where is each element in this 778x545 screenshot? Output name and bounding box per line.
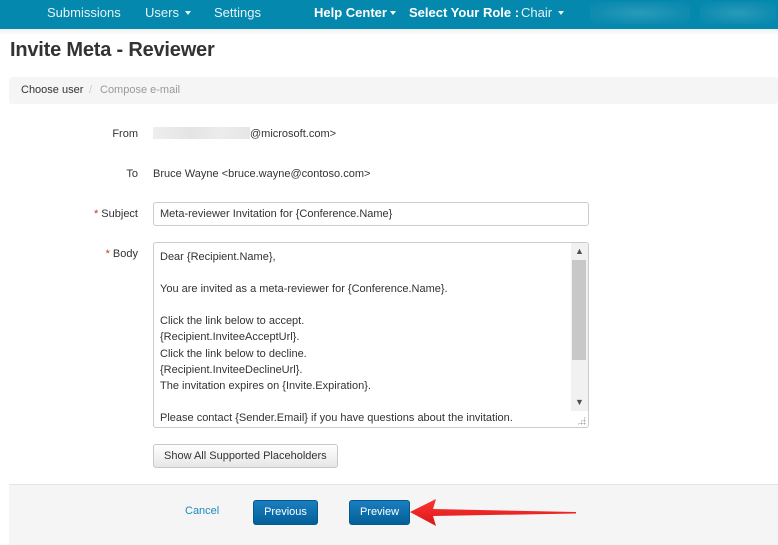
subject-label-text: Subject xyxy=(101,208,138,220)
redacted-user-menu xyxy=(700,2,776,24)
from-email-suffix: @microsoft.com> xyxy=(250,128,337,140)
caret-down-icon xyxy=(389,10,396,15)
required-marker: * xyxy=(105,248,110,260)
body-label: * Body xyxy=(58,248,138,260)
body-scrollbar[interactable]: ▲ ▼ xyxy=(571,243,588,411)
nav-help-center[interactable]: Help Center xyxy=(314,0,396,27)
navbar-shadow xyxy=(0,29,778,35)
show-placeholders-button[interactable]: Show All Supported Placeholders xyxy=(153,444,338,468)
redacted-user-name xyxy=(590,2,690,24)
page-title: Invite Meta - Reviewer xyxy=(10,39,215,61)
from-value: @microsoft.com> xyxy=(153,127,337,140)
nav-settings[interactable]: Settings xyxy=(214,0,261,27)
resize-grip-icon[interactable] xyxy=(577,416,586,425)
breadcrumb-separator: / xyxy=(89,84,93,96)
scrollbar-thumb[interactable] xyxy=(572,260,586,360)
subject-label: * Subject xyxy=(58,208,138,220)
nav-submissions[interactable]: Submissions xyxy=(47,0,121,27)
cancel-link[interactable]: Cancel xyxy=(185,505,219,517)
breadcrumb-choose-user[interactable]: Choose user xyxy=(21,84,83,96)
previous-button[interactable]: Previous xyxy=(253,500,318,525)
breadcrumb: Choose user / Compose e-mail xyxy=(9,77,778,104)
from-label: From xyxy=(112,128,138,140)
redacted-email-prefix xyxy=(153,127,250,140)
required-marker: * xyxy=(94,208,99,220)
subject-input[interactable] xyxy=(153,202,589,226)
scroll-up-icon[interactable]: ▲ xyxy=(571,243,588,260)
breadcrumb-compose-email: Compose e-mail xyxy=(100,84,181,96)
role-selector[interactable]: Chair xyxy=(521,0,565,27)
scroll-down-icon[interactable]: ▼ xyxy=(571,394,588,411)
annotation-arrow-icon xyxy=(410,499,576,526)
nav-settings-label: Settings xyxy=(214,5,261,20)
role-label: Select Your Role : xyxy=(409,5,520,20)
body-text[interactable]: Dear {Recipient.Name}, You are invited a… xyxy=(160,249,568,426)
to-value: Bruce Wayne <bruce.wayne@contoso.com> xyxy=(153,168,371,180)
nav-help-center-label: Help Center xyxy=(314,5,387,20)
body-textarea[interactable]: Dear {Recipient.Name}, You are invited a… xyxy=(153,242,589,428)
caret-down-icon xyxy=(558,10,565,15)
body-label-text: Body xyxy=(112,248,138,260)
caret-down-icon xyxy=(184,10,191,15)
top-navbar: Submissions Users Settings Help Center S… xyxy=(0,0,778,29)
nav-users-label: Users xyxy=(145,5,179,20)
role-value: Chair xyxy=(521,5,553,20)
to-label: To xyxy=(126,168,138,180)
nav-users[interactable]: Users xyxy=(145,0,191,27)
nav-submissions-label: Submissions xyxy=(47,5,121,20)
